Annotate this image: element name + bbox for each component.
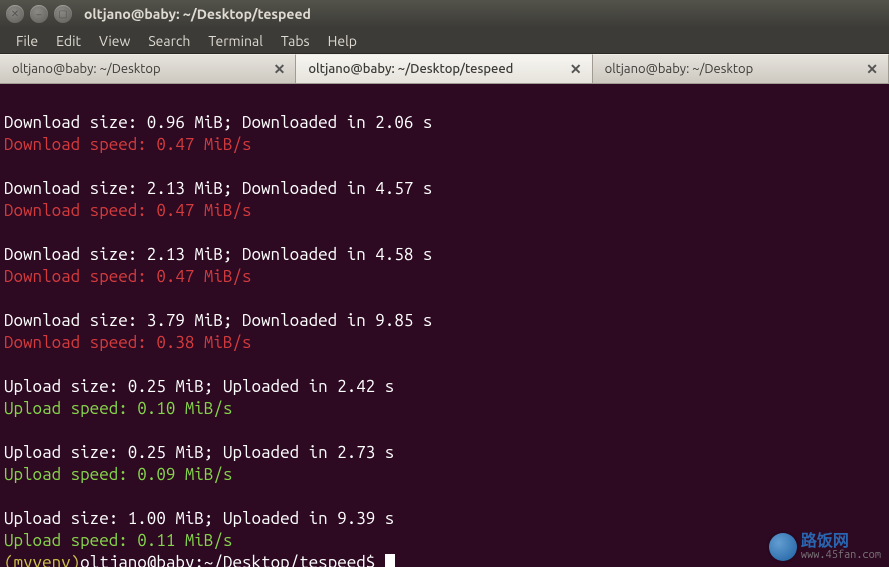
watermark-cn: 路饭网 <box>801 534 881 550</box>
close-icon[interactable]: ✕ <box>272 61 288 78</box>
window-maximize-button[interactable]: ▢ <box>54 5 72 23</box>
window-close-button[interactable]: ✕ <box>6 5 24 23</box>
menu-search[interactable]: Search <box>140 30 198 52</box>
window-title: oltjano@baby: ~/Desktop/tespeed <box>84 6 311 22</box>
terminal-output[interactable]: Download size: 0.96 MiB; Downloaded in 2… <box>0 84 889 567</box>
close-icon[interactable]: ✕ <box>864 61 880 78</box>
terminal-cursor <box>385 554 395 567</box>
menu-help[interactable]: Help <box>320 30 365 52</box>
watermark-icon <box>769 533 797 561</box>
tab-label: oltjano@baby: ~/Desktop <box>605 62 754 76</box>
watermark: 路饭网 www.45fan.com <box>769 533 881 561</box>
tab-1[interactable]: oltjano@baby: ~/Desktop ✕ <box>0 54 296 83</box>
menu-edit[interactable]: Edit <box>48 30 89 52</box>
watermark-domain: www.45fan.com <box>801 550 881 561</box>
menu-file[interactable]: File <box>8 30 46 52</box>
window-minimize-button[interactable]: – <box>30 5 48 23</box>
tab-3[interactable]: oltjano@baby: ~/Desktop ✕ <box>593 54 889 83</box>
menu-tabs[interactable]: Tabs <box>273 30 318 52</box>
tabbar: oltjano@baby: ~/Desktop ✕ oltjano@baby: … <box>0 54 889 84</box>
menubar: File Edit View Search Terminal Tabs Help <box>0 28 889 54</box>
close-icon[interactable]: ✕ <box>568 61 584 78</box>
window-titlebar: ✕ – ▢ oltjano@baby: ~/Desktop/tespeed <box>0 0 889 28</box>
tab-2[interactable]: oltjano@baby: ~/Desktop/tespeed ✕ <box>296 54 592 83</box>
tab-label: oltjano@baby: ~/Desktop <box>12 62 161 76</box>
menu-terminal[interactable]: Terminal <box>200 30 271 52</box>
menu-view[interactable]: View <box>91 30 138 52</box>
tab-label: oltjano@baby: ~/Desktop/tespeed <box>308 62 513 76</box>
